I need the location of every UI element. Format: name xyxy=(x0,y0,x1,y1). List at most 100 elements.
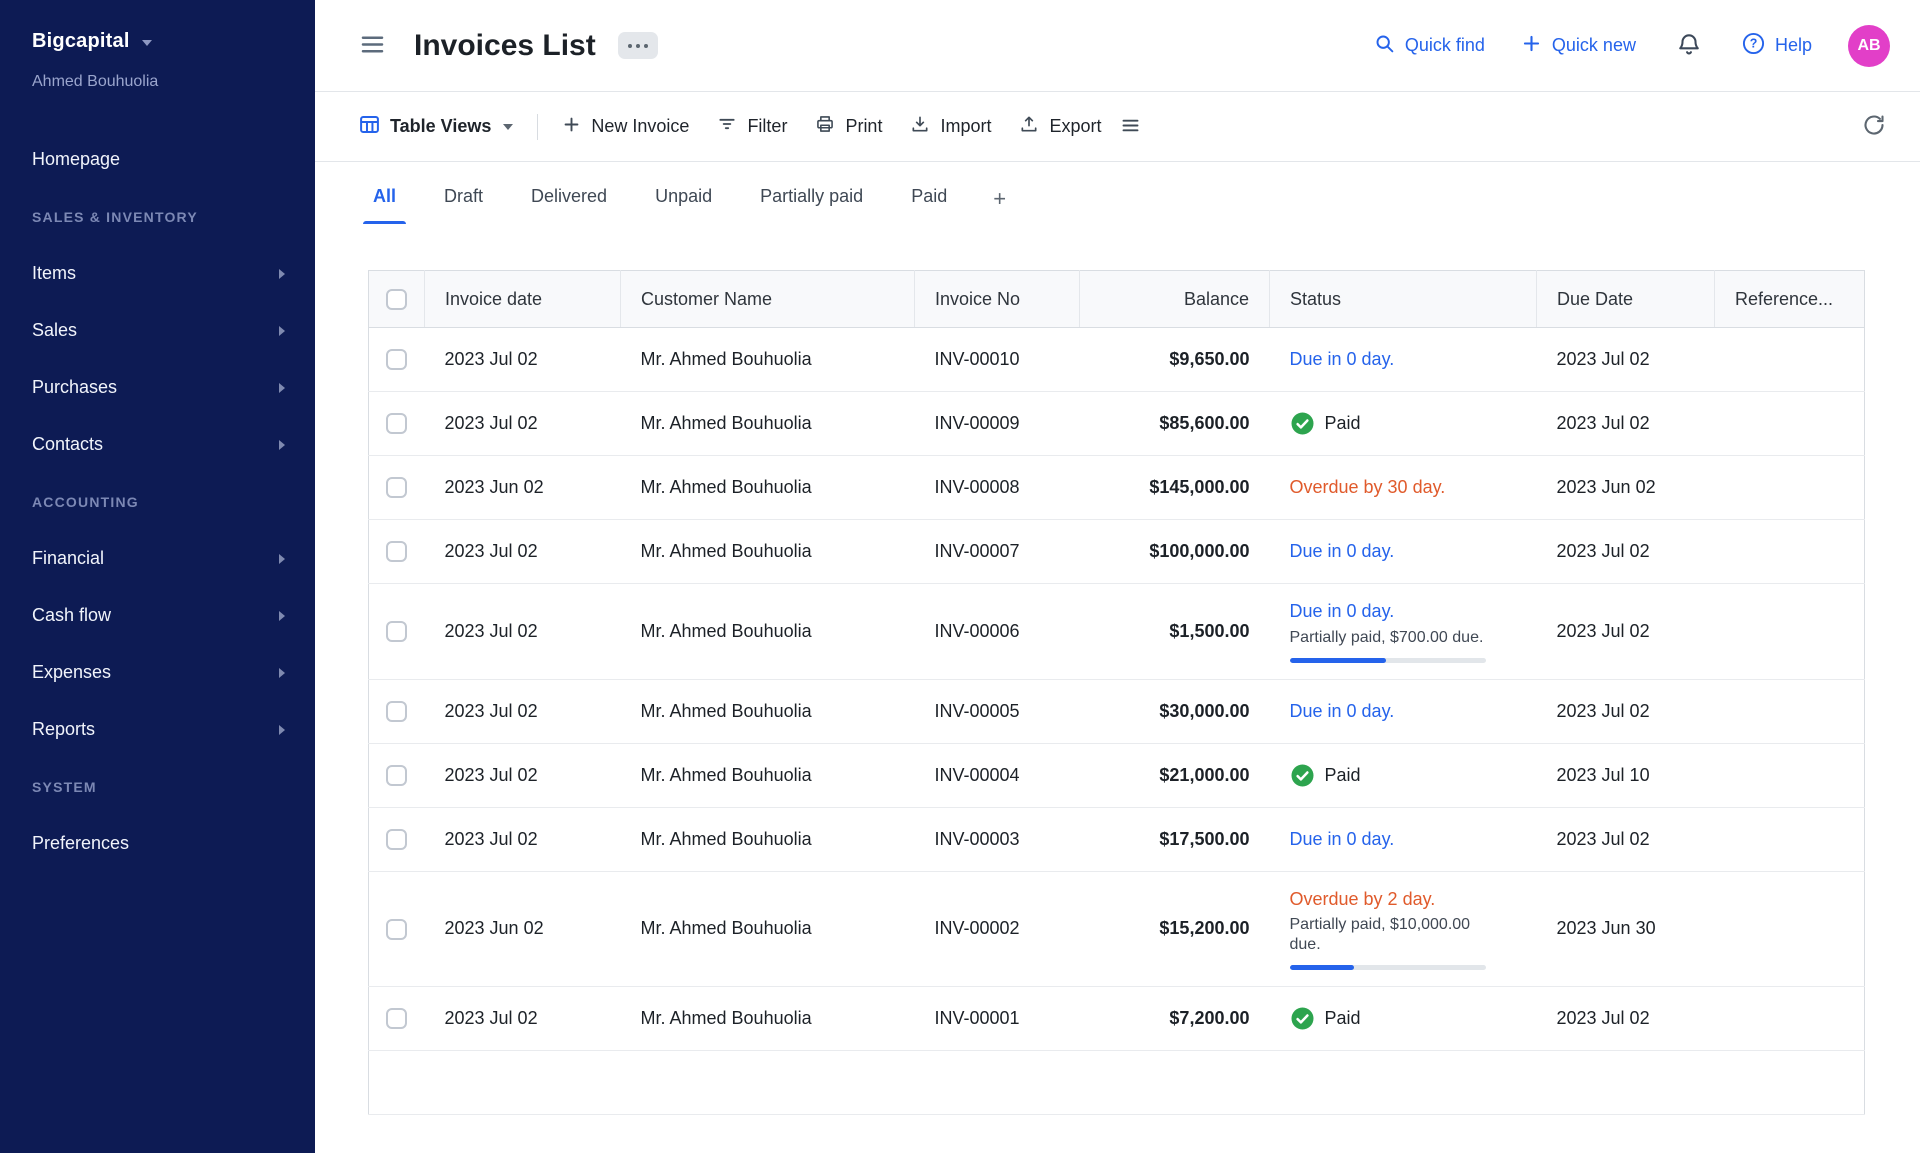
sidebar-item-contacts[interactable]: Contacts xyxy=(0,416,315,473)
invoice-no-cell: INV-00007 xyxy=(914,519,1080,584)
column-header-invoice-date[interactable]: Invoice date xyxy=(424,270,621,328)
brand-name: Bigcapital xyxy=(32,30,130,52)
notifications-button[interactable] xyxy=(1672,27,1706,64)
chevron-right-icon xyxy=(279,382,285,393)
sidebar-item-expenses[interactable]: Expenses xyxy=(0,644,315,701)
sidebar-item-reports[interactable]: Reports xyxy=(0,701,315,758)
import-button[interactable]: Import xyxy=(896,105,1005,149)
sidebar-toggle-button[interactable] xyxy=(355,27,390,65)
new-invoice-label: New Invoice xyxy=(591,116,690,136)
invoice-row-inv-00001[interactable]: 2023 Jul 02 Mr. Ahmed Bouhuolia INV-00001 $… xyxy=(368,986,1865,1051)
sidebar-item-sales[interactable]: Sales xyxy=(0,302,315,359)
sidebar-item-label: Contacts xyxy=(32,434,104,454)
toolbar-divider xyxy=(537,113,539,140)
export-button[interactable]: Export xyxy=(1005,105,1115,149)
reference-cell xyxy=(1714,455,1865,520)
invoice-row-inv-00006[interactable]: 2023 Jul 02 Mr. Ahmed Bouhuolia INV-00006 $… xyxy=(368,583,1865,680)
sidebar-item-purchases[interactable]: Purchases xyxy=(0,359,315,416)
due-date-cell: 2023 Jun 30 xyxy=(1536,871,1715,987)
row-checkbox[interactable] xyxy=(386,541,408,563)
tab-delivered[interactable]: Delivered xyxy=(521,186,617,224)
reference-cell xyxy=(1714,391,1865,456)
user-avatar[interactable]: AB xyxy=(1848,24,1890,67)
invoice-row-inv-00008[interactable]: 2023 Jun 02 Mr. Ahmed Bouhuolia INV-00008 $… xyxy=(368,455,1865,520)
tab-paid[interactable]: Paid xyxy=(901,186,957,224)
print-label: Print xyxy=(845,116,883,136)
tab-unpaid[interactable]: Unpaid xyxy=(645,186,722,224)
import-label: Import xyxy=(940,116,992,136)
column-header-customer-name[interactable]: Customer Name xyxy=(620,270,915,328)
refresh-button[interactable] xyxy=(1858,109,1890,144)
status-cell: Paid xyxy=(1269,986,1537,1051)
row-checkbox[interactable] xyxy=(386,621,408,643)
invoice-row-inv-00005[interactable]: 2023 Jul 02 Mr. Ahmed Bouhuolia INV-00005 $… xyxy=(368,679,1865,744)
sidebar-section-accounting: ACCOUNTING xyxy=(32,493,139,510)
balance-cell: $1,500.00 xyxy=(1079,583,1270,680)
due-date-cell: 2023 Jun 02 xyxy=(1536,455,1715,520)
tab-all[interactable]: All xyxy=(363,186,407,224)
sidebar-item-label: Expenses xyxy=(32,662,112,682)
column-header-balance[interactable]: Balance xyxy=(1079,270,1270,328)
row-checkbox[interactable] xyxy=(386,477,408,499)
invoice-row-inv-00007[interactable]: 2023 Jul 02 Mr. Ahmed Bouhuolia INV-00007 $… xyxy=(368,519,1865,584)
tab-draft[interactable]: Draft xyxy=(434,186,493,224)
invoice-row-inv-00002[interactable]: 2023 Jun 02 Mr. Ahmed Bouhuolia INV-00002 $… xyxy=(368,871,1865,987)
sidebar-item-items[interactable]: Items xyxy=(0,245,315,302)
workspace-switcher[interactable]: Bigcapital xyxy=(0,30,315,53)
filter-button[interactable]: Filter xyxy=(703,105,801,149)
row-density-button[interactable] xyxy=(1116,111,1145,143)
topbar: Invoices List Quick find Quick new ? Hel… xyxy=(315,0,1920,92)
quick-find-label: Quick find xyxy=(1404,35,1485,55)
new-invoice-button[interactable]: New Invoice xyxy=(548,105,703,149)
invoice-date-cell: 2023 Jul 02 xyxy=(424,807,621,872)
sidebar-item-cash-flow[interactable]: Cash flow xyxy=(0,587,315,644)
sidebar-item-preferences[interactable]: Preferences xyxy=(0,815,315,872)
table-views-button[interactable]: Table Views xyxy=(345,105,527,149)
row-checkbox[interactable] xyxy=(386,918,408,940)
chevron-right-icon xyxy=(279,553,285,564)
column-header-invoice-no[interactable]: Invoice No xyxy=(914,270,1080,328)
invoice-no-cell: INV-00003 xyxy=(914,807,1080,872)
column-header-status[interactable]: Status xyxy=(1269,270,1537,328)
hamburger-icon xyxy=(359,31,386,61)
invoice-row-inv-00004[interactable]: 2023 Jul 02 Mr. Ahmed Bouhuolia INV-00004 $… xyxy=(368,743,1865,808)
reference-cell xyxy=(1714,986,1865,1051)
add-view-tab-button[interactable]: + xyxy=(987,186,1012,226)
invoice-row-inv-00009[interactable]: 2023 Jul 02 Mr. Ahmed Bouhuolia INV-00009 $… xyxy=(368,391,1865,456)
sidebar-item-financial[interactable]: Financial xyxy=(0,530,315,587)
row-checkbox[interactable] xyxy=(386,828,408,850)
balance-cell: $7,200.00 xyxy=(1079,986,1270,1051)
invoice-date-cell: 2023 Jul 02 xyxy=(424,391,621,456)
plus-icon xyxy=(1521,33,1542,59)
column-header-due-date[interactable]: Due Date xyxy=(1536,270,1715,328)
row-checkbox[interactable] xyxy=(386,349,408,371)
row-checkbox-cell xyxy=(368,871,425,987)
payment-progress-bar xyxy=(1289,657,1486,663)
page-more-options-button[interactable] xyxy=(617,32,658,59)
print-button[interactable]: Print xyxy=(801,105,896,149)
row-checkbox[interactable] xyxy=(386,1008,408,1030)
customer-name-cell: Mr. Ahmed Bouhuolia xyxy=(620,743,915,808)
status-text: Due in 0 day. xyxy=(1289,828,1395,849)
select-all-checkbox[interactable] xyxy=(386,288,407,310)
invoice-row-inv-00010[interactable]: 2023 Jul 02 Mr. Ahmed Bouhuolia INV-00010 $… xyxy=(368,327,1865,392)
chevron-down-icon xyxy=(141,40,152,46)
row-checkbox[interactable] xyxy=(386,700,408,722)
reference-cell xyxy=(1714,871,1865,987)
page-title: Invoices List xyxy=(414,28,596,62)
quick-find-button[interactable]: Quick find xyxy=(1374,33,1485,59)
sidebar-item-homepage[interactable]: Homepage xyxy=(0,131,315,188)
table-grid-icon xyxy=(359,114,380,140)
status-cell: Due in 0 day. xyxy=(1269,327,1537,392)
tab-partially-paid[interactable]: Partially paid xyxy=(750,186,873,224)
row-checkbox-cell xyxy=(368,391,425,456)
invoice-row-inv-00003[interactable]: 2023 Jul 02 Mr. Ahmed Bouhuolia INV-00003 $… xyxy=(368,807,1865,872)
column-header-reference[interactable]: Reference... xyxy=(1714,270,1865,328)
help-button[interactable]: ? Help xyxy=(1742,32,1812,60)
quick-new-button[interactable]: Quick new xyxy=(1521,33,1636,59)
row-checkbox-cell xyxy=(368,743,425,808)
reference-cell xyxy=(1714,807,1865,872)
view-tabs: All Draft Delivered Unpaid Partially paid Pai… xyxy=(315,162,1920,226)
row-checkbox[interactable] xyxy=(386,764,408,786)
row-checkbox[interactable] xyxy=(386,413,408,435)
